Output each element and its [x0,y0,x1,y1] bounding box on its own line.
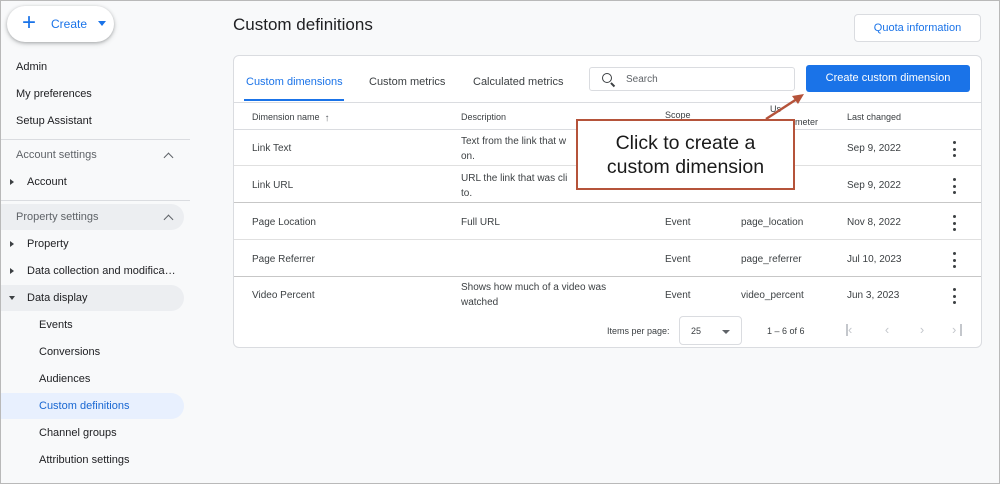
table-row[interactable]: Page Referrer Event page_referrer Jul 10… [234,241,981,277]
sort-ascending-icon: ↑ [324,113,330,124]
dimension-name: Page Referrer [252,254,315,265]
dimension-description: Full URL [461,217,500,228]
dimension-description: URL the link that was cli to. [461,173,568,199]
sidebar-section-account-settings[interactable]: Account settings [0,142,184,168]
caret-down-icon [722,330,730,334]
sidebar-section-label: Account settings [16,149,97,161]
sidebar-item-data-collection[interactable]: Data collection and modifica… [0,258,184,284]
dimension-scope: Event [665,217,691,228]
last-changed: Sep 9, 2022 [847,180,901,191]
sidebar-item-setup-assistant[interactable]: Setup Assistant [0,108,184,134]
column-header-dimension-name[interactable]: Dimension name ↑ [252,112,330,124]
search-icon [602,73,612,83]
sidebar-item-label: Account [27,176,67,188]
items-per-page-value: 25 [691,326,702,336]
last-changed: Sep 9, 2022 [847,143,901,154]
event-parameter: page_location [741,217,804,228]
last-page-icon[interactable]: › [950,322,966,338]
callout-line-1: Click to create a [615,131,756,154]
create-button[interactable]: + Create [7,6,114,42]
callout-line-2: custom dimension [606,155,765,178]
sidebar-item-audiences[interactable]: Audiences [0,366,184,392]
dimension-description: Shows how much of a video was watched [461,282,607,308]
sidebar-item-label: Property [27,238,69,250]
sidebar-item-property[interactable]: Property [0,231,184,257]
sidebar-item-data-display[interactable]: Data display [0,285,184,311]
items-per-page-select[interactable]: 25 [679,316,742,345]
sidebar-item-custom-definitions[interactable]: Custom definitions [0,393,184,419]
custom-definitions-card: Custom dimensions Custom metrics Calcula… [233,55,982,348]
active-tab-indicator [244,99,344,101]
tab-calculated-metrics[interactable]: Calculated metrics [473,76,563,100]
dimension-name: Link Text [252,143,292,154]
last-changed: Nov 8, 2022 [847,217,901,228]
column-header-description: Description [461,112,507,122]
quota-information-button[interactable]: Quota information [854,14,981,42]
sidebar-item-admin[interactable]: Admin [0,54,184,80]
sidebar-item-label: Data display [27,292,88,304]
table-row[interactable]: Video Percent Shows how much of a video … [234,278,981,314]
sidebar-item-account[interactable]: Account [0,169,184,195]
create-custom-dimension-button[interactable]: Create custom dimension [806,65,970,92]
sidebar-section-property-settings[interactable]: Property settings [0,204,184,230]
chevron-up-icon [163,214,174,225]
event-parameter: video_percent [741,290,804,301]
more-vert-icon[interactable] [948,252,960,268]
caret-down-icon [9,296,15,300]
tab-custom-dimensions[interactable]: Custom dimensions [246,76,343,100]
sidebar-item-my-preferences[interactable]: My preferences [0,81,184,107]
more-vert-icon[interactable] [948,178,960,194]
page-title: Custom definitions [233,15,373,34]
dimension-name: Page Location [252,217,316,228]
dimension-name: Link URL [252,180,294,191]
column-header-label: Dimension name [252,112,320,122]
sidebar: + Create Admin My preferences Setup Assi… [0,0,190,484]
sidebar-item-events[interactable]: Events [0,312,184,338]
dimension-scope: Event [665,254,691,265]
dimension-description: Text from the link that w on. [461,136,567,162]
sidebar-section-label: Property settings [16,211,99,223]
last-changed: Jun 3, 2023 [847,290,900,301]
plus-icon: + [21,9,36,36]
next-page-icon[interactable]: › [914,322,930,338]
more-vert-icon[interactable] [948,141,960,157]
tab-custom-metrics[interactable]: Custom metrics [369,76,445,100]
caret-right-icon [10,268,14,274]
sidebar-item-label: Data collection and modifica… [27,265,176,277]
items-per-page-label: Items per page: [607,326,670,336]
event-parameter: page_referrer [741,254,802,265]
create-button-label: Create [51,17,88,31]
sidebar-divider [0,139,190,140]
previous-page-icon[interactable]: ‹ [879,322,895,338]
caret-right-icon [10,179,14,185]
dimension-name: Video Percent [252,290,315,301]
more-vert-icon[interactable] [948,215,960,231]
sidebar-item-attribution-settings[interactable]: Attribution settings [0,447,184,473]
annotation-callout: Click to create a custom dimension [576,119,795,190]
search-input[interactable] [626,71,786,87]
table-row[interactable]: Page Location Full URL Event page_locati… [234,204,981,240]
dimension-scope: Event [665,290,691,301]
chevron-up-icon [163,152,174,163]
first-page-icon[interactable]: ‹ [843,322,859,338]
caret-down-icon [98,21,106,26]
caret-right-icon [10,241,14,247]
sidebar-divider [0,200,190,201]
pagination-range: 1 – 6 of 6 [767,326,805,336]
sidebar-item-channel-groups[interactable]: Channel groups [0,420,184,446]
sidebar-item-conversions[interactable]: Conversions [0,339,184,365]
column-header-last-changed: Last changed [847,112,902,122]
more-vert-icon[interactable] [948,288,960,304]
last-changed: Jul 10, 2023 [847,254,902,265]
